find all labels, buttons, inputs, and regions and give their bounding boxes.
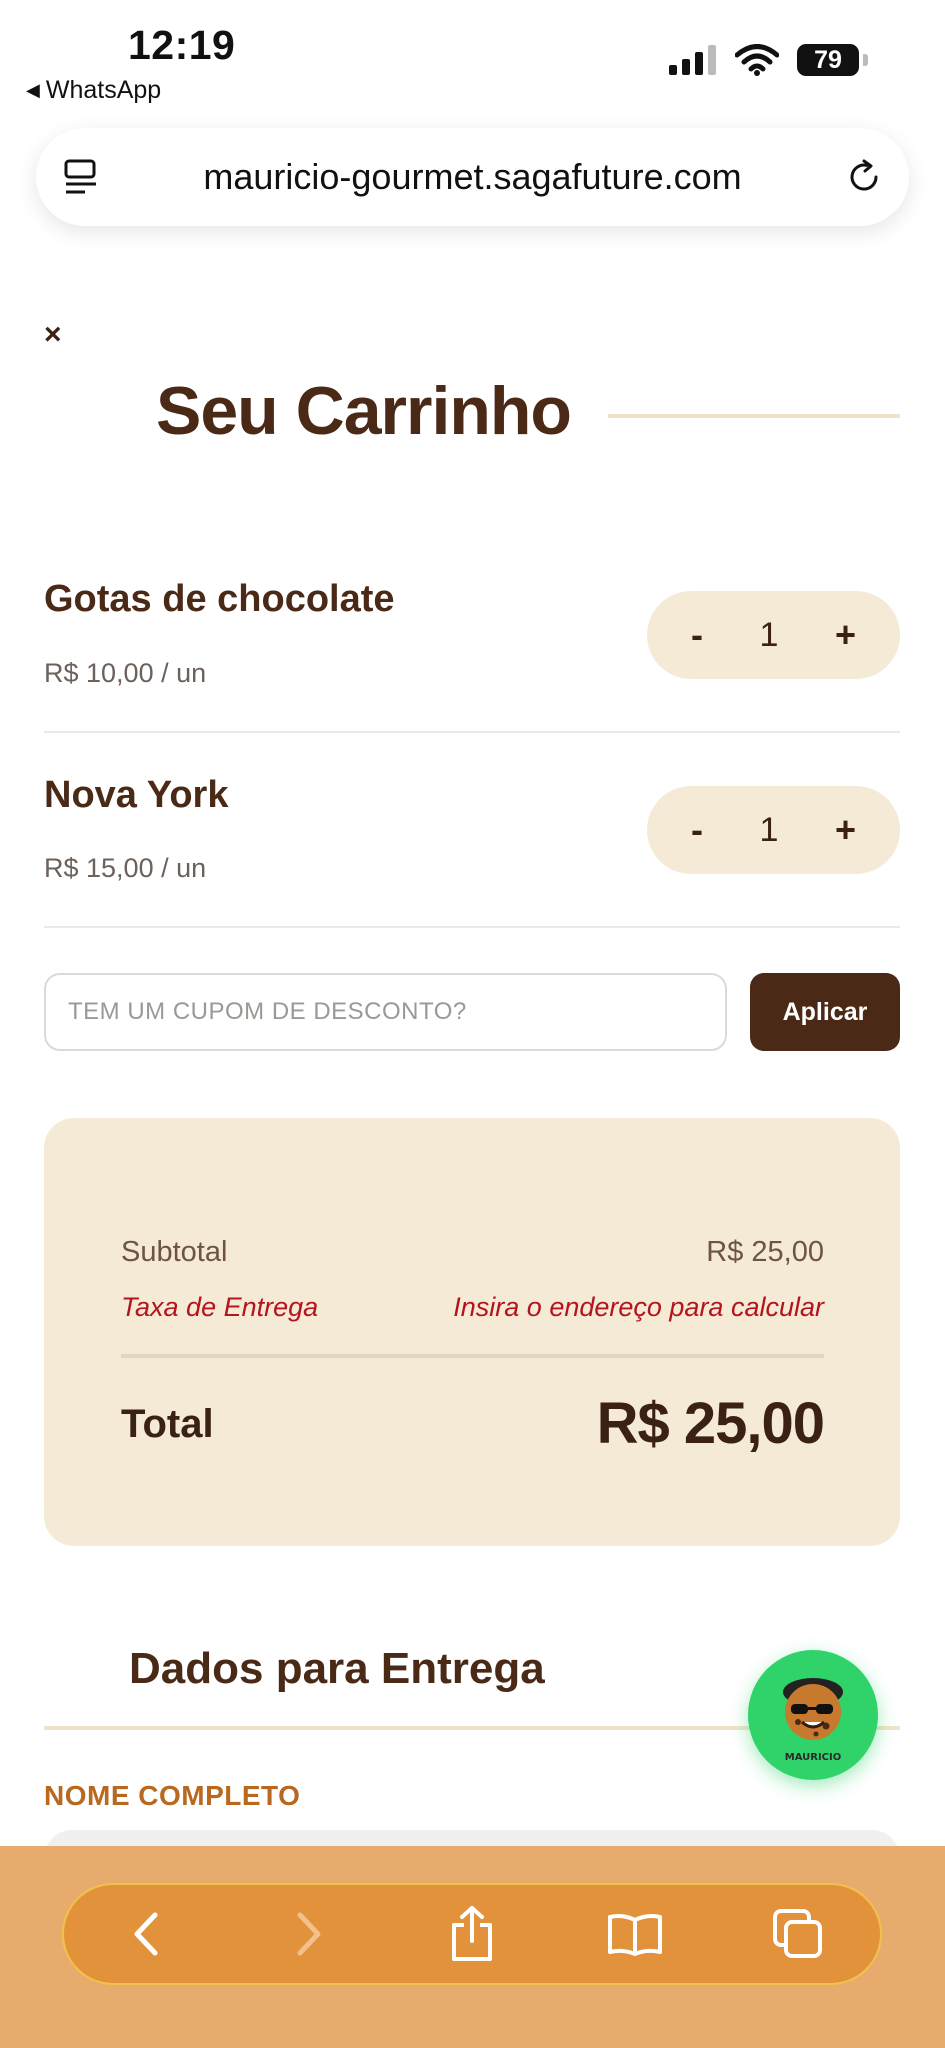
chevron-left-icon (134, 1912, 158, 1956)
cookie-mascot-icon: MAURICIO (783, 1678, 843, 1763)
subtotal-label: Subtotal (121, 1236, 228, 1268)
delivery-fee-label: Taxa de Entrega (121, 1292, 319, 1322)
cellular-signal-icon (669, 45, 716, 75)
total-value: R$ 25,00 (596, 1391, 825, 1456)
quantity-value: 1 (759, 615, 779, 654)
status-time: 12:19 (128, 22, 236, 68)
quantity-stepper: - 1 + (647, 786, 900, 874)
summary-rule (121, 1354, 824, 1358)
cart-item-name: Nova York (44, 774, 229, 816)
page-title: Seu Carrinho (156, 373, 572, 449)
increase-button[interactable]: + (835, 614, 856, 656)
cart-item-price: R$ 10,00 / un (44, 658, 207, 688)
forward-button[interactable] (264, 1889, 354, 1979)
close-icon[interactable]: × (44, 318, 62, 352)
page-menu-icon[interactable] (36, 158, 126, 196)
battery-icon: 79 (797, 44, 868, 76)
tabs-button[interactable] (753, 1889, 843, 1979)
book-icon (608, 1914, 663, 1956)
bookmarks-button[interactable] (590, 1889, 680, 1979)
decrease-button[interactable]: - (691, 809, 703, 851)
decrease-button[interactable]: - (691, 614, 703, 656)
url-text[interactable]: mauricio-gourmet.sagafuture.com (126, 156, 819, 198)
title-rule (608, 414, 900, 418)
battery-level: 79 (814, 45, 842, 74)
item-divider (44, 926, 900, 928)
share-button[interactable] (427, 1889, 517, 1979)
browser-toolbar (62, 1883, 882, 1985)
subtotal-value: R$ 25,00 (706, 1236, 824, 1268)
fab-logo-text: MAURICIO (785, 1752, 841, 1763)
tabs-icon (773, 1909, 823, 1958)
item-divider (44, 731, 900, 733)
wifi-icon (735, 44, 779, 76)
reload-icon[interactable] (819, 158, 909, 196)
increase-button[interactable]: + (835, 809, 856, 851)
total-label: Total (121, 1402, 214, 1446)
status-indicators: 79 (669, 44, 868, 76)
back-triangle-icon: ◀ (26, 80, 40, 100)
delivery-fee-value: Insira o endereço para calcular (453, 1292, 824, 1322)
back-app-label: WhatsApp (45, 76, 162, 104)
coupon-input[interactable] (44, 973, 727, 1051)
share-icon (451, 1906, 492, 1961)
quantity-value: 1 (759, 810, 779, 849)
cart-item-name: Gotas de chocolate (44, 578, 395, 620)
address-bar[interactable]: mauricio-gourmet.sagafuture.com (36, 128, 909, 226)
back-to-app-link[interactable]: ◀ WhatsApp (26, 76, 161, 105)
cart-item-price: R$ 15,00 / un (44, 853, 207, 883)
delivery-section-title: Dados para Entrega (129, 1644, 545, 1693)
chevron-right-icon (297, 1912, 321, 1956)
order-summary-card (44, 1118, 900, 1546)
quantity-stepper: - 1 + (647, 591, 900, 679)
back-button[interactable] (101, 1889, 191, 1979)
apply-coupon-button[interactable]: Aplicar (750, 973, 900, 1051)
chat-fab-button[interactable]: MAURICIO (748, 1650, 878, 1780)
full-name-label: NOME COMPLETO (44, 1780, 301, 1811)
